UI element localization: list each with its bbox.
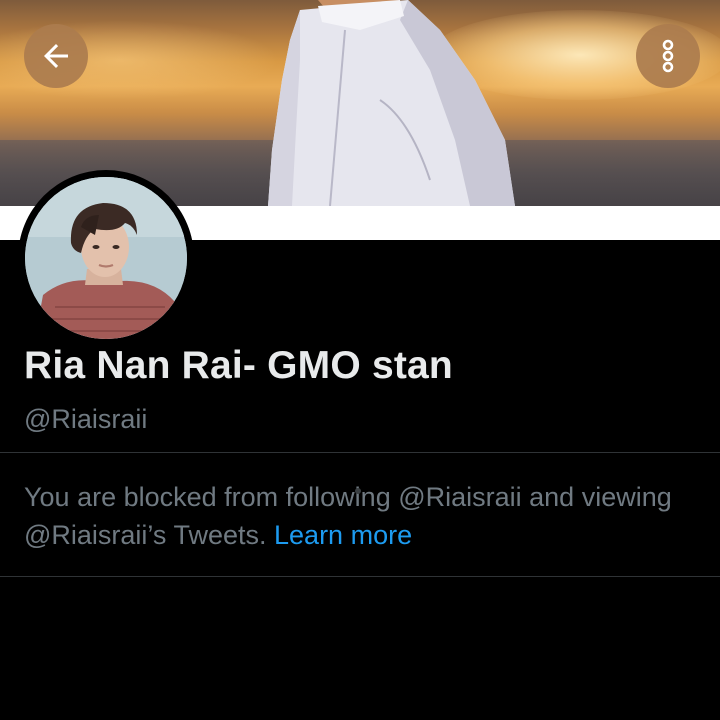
avatar-frame[interactable] (18, 170, 194, 346)
more-options-button[interactable] (636, 24, 700, 88)
profile-display-name: Ria Nan Rai- GMO stan (24, 344, 453, 387)
section-divider (0, 452, 720, 453)
back-button[interactable] (24, 24, 88, 88)
blocked-notice: You are blocked from following @Riaisrai… (24, 478, 684, 554)
learn-more-link[interactable]: Learn more (274, 520, 412, 550)
arrow-left-icon (44, 44, 68, 68)
avatar-photo (25, 177, 187, 339)
profile-screen: Ria Nan Rai- GMO stan @Riaisraii You are… (0, 0, 720, 720)
more-vertical-icon (662, 39, 674, 73)
screen-speck (355, 488, 361, 494)
section-divider-bottom (0, 576, 720, 577)
avatar[interactable] (25, 177, 187, 339)
profile-handle: @Riaisraii (24, 404, 148, 434)
